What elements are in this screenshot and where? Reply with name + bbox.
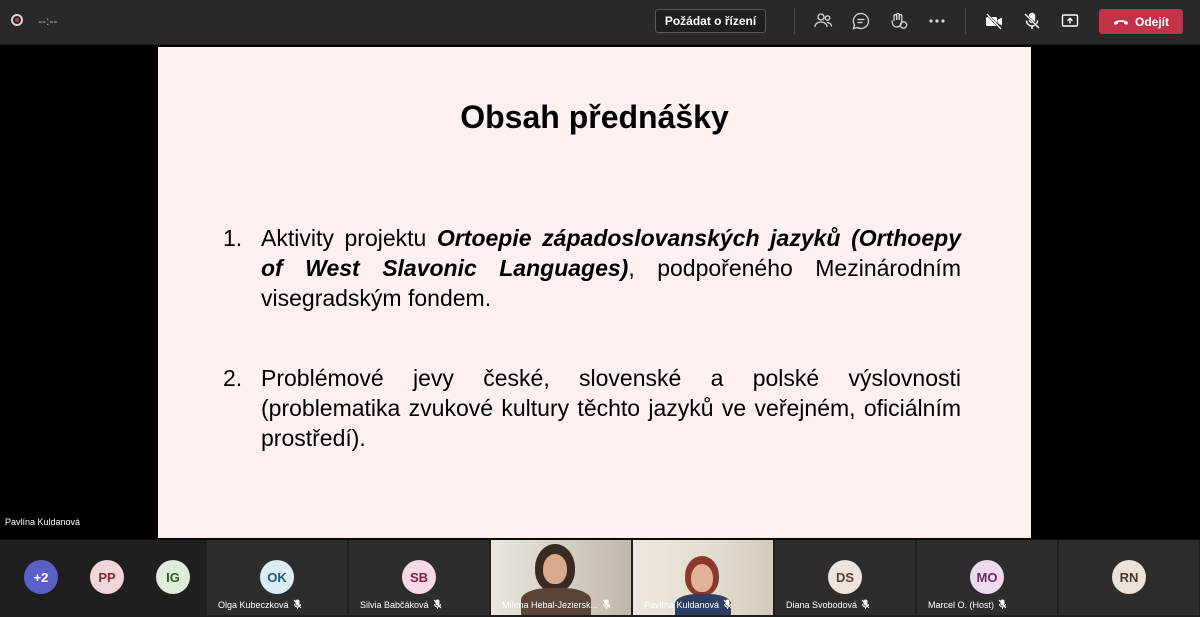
participant-avatar: SB: [402, 560, 436, 594]
participant-name-label: Diana Svobodová: [786, 599, 870, 610]
item-text: Aktivity projektu: [261, 225, 437, 251]
participant-tile[interactable]: OK Olga Kubeczková: [207, 540, 347, 615]
list-number: 2.: [223, 365, 243, 391]
leave-button-label: Odejít: [1134, 14, 1169, 29]
toolbar-divider: [794, 8, 795, 34]
participant-name-label: Pavlína Kuldanová: [644, 599, 732, 610]
participant-avatar: RN: [1112, 560, 1146, 594]
muted-mic-icon: [861, 599, 870, 609]
recording-icon: [11, 14, 23, 26]
meeting-toolbar: --:-- Požádat o řízení Odejít: [0, 0, 1200, 45]
participant-tile[interactable]: RN: [1059, 540, 1199, 615]
more-icon[interactable]: [926, 10, 948, 32]
share-icon[interactable]: [1059, 10, 1081, 32]
participant-video-tile[interactable]: Milena Hebal-Jeziersk...: [491, 540, 631, 615]
presenter-name: Pavlína Kuldanová: [5, 517, 81, 527]
participant-name-label: Milena Hebal-Jeziersk...: [502, 599, 611, 610]
participant-name-label: Silvia Babčáková: [360, 599, 442, 610]
participant-name-label: Marcel O. (Host): [928, 599, 1007, 610]
participant-video-tile[interactable]: Pavlína Kuldanová: [633, 540, 773, 615]
camera-off-icon[interactable]: [983, 10, 1005, 32]
participant-tile[interactable]: DS Diana Svobodová: [775, 540, 915, 615]
participants-icon[interactable]: [812, 10, 834, 32]
participant-name: Pavlína Kuldanová: [644, 599, 720, 610]
list-number: 1.: [223, 225, 243, 251]
participant-avatar: OK: [260, 560, 294, 594]
video-person: [691, 564, 713, 592]
participant-name: Silvia Babčáková: [360, 599, 429, 610]
muted-mic-icon: [433, 599, 441, 609]
overflow-participants-button[interactable]: +2: [24, 560, 58, 594]
participant-tile[interactable]: SB Silvia Babčáková: [349, 540, 489, 615]
participant-name: Marcel O. (Host): [928, 599, 995, 610]
toolbar-divider: [965, 8, 966, 34]
muted-mic-icon: [602, 599, 611, 609]
phone-icon: [1113, 19, 1128, 25]
participant-avatar: DS: [828, 560, 862, 594]
participant-name: Olga Kubeczková: [218, 599, 289, 610]
participant-avatar[interactable]: PP: [90, 560, 124, 594]
participant-name: Diana Svobodová: [786, 599, 858, 610]
item-text: Problémové jevy české, slovenské a polsk…: [261, 365, 961, 451]
participant-gallery: +2 PP IG OK Olga Kubeczková SB Silvia Ba…: [0, 540, 1200, 617]
presentation-slide: Obsah přednášky 1. Aktivity projektu Orto…: [158, 47, 1031, 538]
muted-mic-icon: [998, 599, 1007, 609]
leave-button[interactable]: Odejít: [1099, 9, 1183, 34]
request-control-button[interactable]: Požádat o řízení: [655, 9, 766, 33]
participant-tile[interactable]: MO Marcel O. (Host): [917, 540, 1057, 615]
slide-title: Obsah přednášky: [460, 99, 729, 135]
participant-avatar[interactable]: IG: [156, 560, 190, 594]
chat-icon[interactable]: [850, 10, 872, 32]
muted-mic-icon: [293, 599, 301, 609]
mic-off-icon[interactable]: [1021, 10, 1043, 32]
video-person: [543, 554, 567, 584]
participant-name: Milena Hebal-Jeziersk...: [502, 599, 599, 610]
muted-mic-icon: [723, 599, 732, 609]
meeting-timer: --:--: [38, 14, 58, 28]
slide-list-item: 2. Problémové jevy české, slovenské a pol…: [223, 363, 961, 453]
slide-list-item: 1. Aktivity projektu Ortoepie západoslova…: [223, 223, 961, 313]
participant-name-label: Olga Kubeczková: [218, 599, 302, 610]
participant-avatar: MO: [970, 560, 1004, 594]
reactions-icon[interactable]: [888, 10, 910, 32]
